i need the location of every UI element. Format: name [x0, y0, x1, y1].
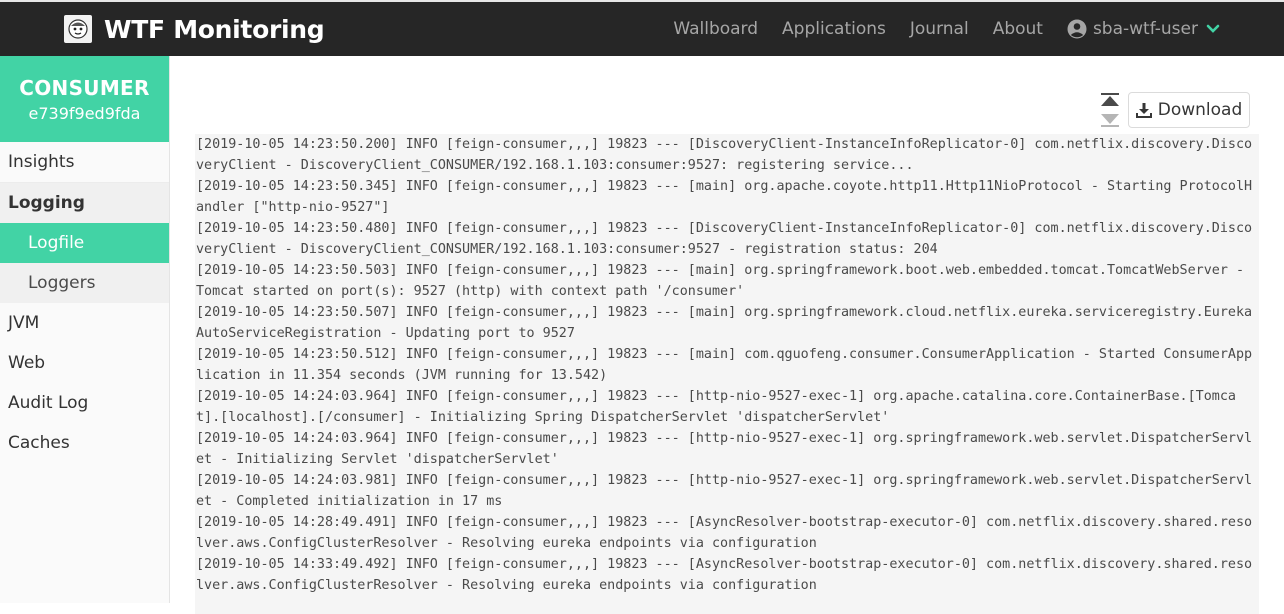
log-line: [2019-10-05 14:23:50.200] INFO [feign-co…	[196, 137, 1253, 173]
sidebar-item-web[interactable]: Web	[0, 343, 169, 383]
log-line: [2019-10-05 14:23:50.512] INFO [feign-co…	[196, 347, 1253, 383]
sidebar-item-audit-log[interactable]: Audit Log	[0, 383, 169, 423]
chevron-down-icon	[1206, 24, 1220, 34]
download-button[interactable]: Download	[1128, 92, 1250, 128]
download-label: Download	[1157, 100, 1243, 120]
sidebar: CONSUMER e739f9ed9fda Insights Logging L…	[0, 56, 170, 603]
log-line: [2019-10-05 14:23:50.503] INFO [feign-co…	[196, 263, 1253, 299]
instance-id: e739f9ed9fda	[28, 104, 141, 123]
download-icon	[1135, 102, 1152, 118]
user-menu[interactable]: sba-wtf-user	[1067, 19, 1220, 39]
log-line: [2019-10-05 14:24:03.981] INFO [feign-co…	[196, 473, 1253, 509]
log-line: [2019-10-05 14:24:03.964] INFO [feign-co…	[196, 431, 1253, 467]
scroll-controls	[1098, 90, 1122, 130]
instance-name: CONSUMER	[19, 76, 150, 100]
scroll-to-bottom-button[interactable]	[1098, 110, 1122, 130]
nav-link-about[interactable]: About	[993, 19, 1043, 39]
brand-logo-icon	[64, 15, 92, 43]
logfile-viewer[interactable]: [2019-10-05 14:23:50.200] INFO [feign-co…	[195, 134, 1259, 614]
sidebar-item-logfile[interactable]: Logfile	[0, 223, 169, 263]
sidebar-item-caches[interactable]: Caches	[0, 423, 169, 463]
sidebar-item-loggers[interactable]: Loggers	[0, 263, 169, 303]
scroll-bottom-icon	[1100, 112, 1120, 128]
sidebar-item-insights[interactable]: Insights	[0, 142, 169, 183]
log-line: [2019-10-05 14:33:49.492] INFO [feign-co…	[196, 557, 1253, 593]
nav-link-applications[interactable]: Applications	[782, 19, 886, 39]
brand-title: WTF Monitoring	[104, 14, 325, 44]
top-navbar: WTF Monitoring Wallboard Applications Jo…	[0, 0, 1284, 56]
log-line: [2019-10-05 14:28:49.491] INFO [feign-co…	[196, 515, 1253, 551]
sidebar-item-jvm[interactable]: JVM	[0, 303, 169, 343]
scroll-to-top-button[interactable]	[1098, 90, 1122, 110]
log-line: [2019-10-05 14:24:03.964] INFO [feign-co…	[196, 389, 1236, 425]
nav-link-journal[interactable]: Journal	[910, 19, 969, 39]
user-circle-icon	[1067, 19, 1087, 39]
nav-link-wallboard[interactable]: Wallboard	[673, 19, 758, 39]
log-line: [2019-10-05 14:23:50.507] INFO [feign-co…	[196, 305, 1253, 341]
scroll-top-icon	[1100, 92, 1120, 108]
log-line: [2019-10-05 14:23:50.345] INFO [feign-co…	[196, 179, 1253, 215]
sidebar-item-logging[interactable]: Logging	[0, 183, 169, 223]
nav-links: Wallboard Applications Journal About sba…	[649, 2, 1220, 56]
instance-header: CONSUMER e739f9ed9fda	[0, 56, 169, 142]
log-line: [2019-10-05 14:23:50.480] INFO [feign-co…	[196, 221, 1253, 257]
main-content: Download [2019-10-05 14:23:50.200] INFO …	[171, 56, 1284, 614]
user-name: sba-wtf-user	[1092, 19, 1198, 39]
brand[interactable]: WTF Monitoring	[64, 14, 325, 44]
